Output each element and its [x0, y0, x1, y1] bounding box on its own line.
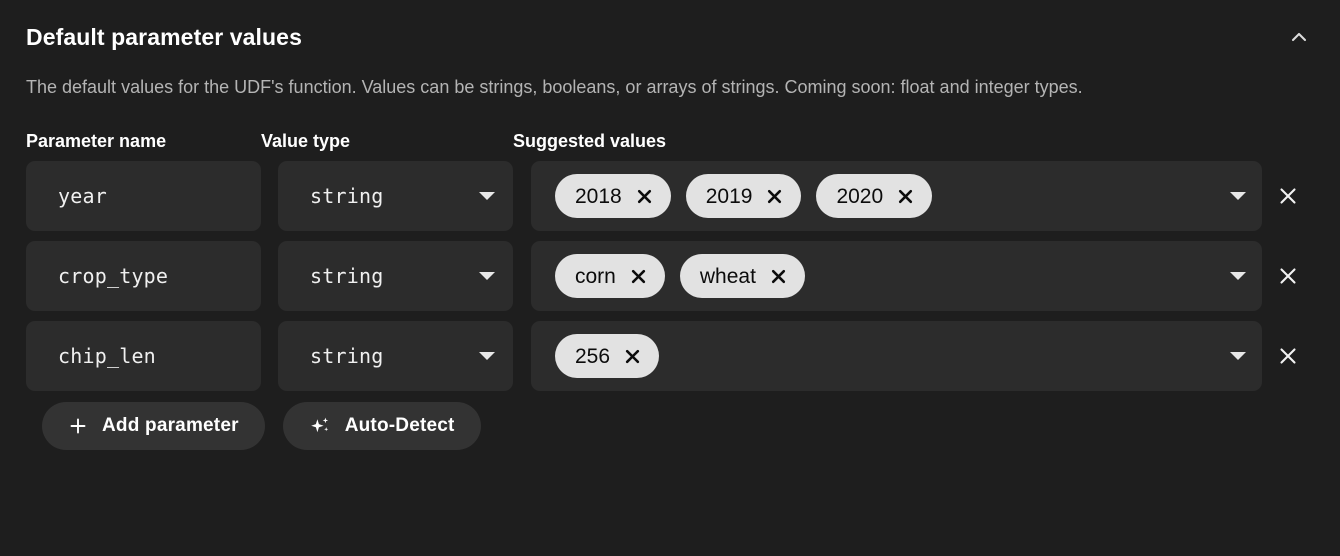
- value-chip-label: wheat: [699, 264, 756, 288]
- chip-remove-icon[interactable]: [636, 188, 653, 205]
- auto-detect-button[interactable]: Auto-Detect: [282, 402, 481, 450]
- suggested-values-select[interactable]: corn wheat: [531, 241, 1262, 311]
- add-parameter-button[interactable]: Add parameter: [42, 402, 265, 450]
- chip-remove-icon[interactable]: [766, 188, 783, 205]
- value-type-select[interactable]: string: [278, 321, 513, 391]
- table-row: crop_type string corn wheat: [26, 241, 1314, 311]
- caret-down-icon: [1230, 272, 1246, 280]
- suggested-values-select[interactable]: 2018 2019 2020: [531, 161, 1262, 231]
- chip-remove-icon[interactable]: [624, 348, 641, 365]
- table-row: chip_len string 256: [26, 321, 1314, 391]
- column-header-value-type: Value type: [261, 131, 351, 151]
- value-chip[interactable]: 256: [555, 334, 660, 378]
- add-parameter-label: Add parameter: [102, 415, 239, 436]
- value-chip-label: 2018: [575, 184, 622, 208]
- close-icon: [1276, 184, 1300, 208]
- value-chip-label: 256: [575, 344, 611, 368]
- value-chip[interactable]: 2020: [816, 174, 933, 218]
- sparkles-icon: [309, 415, 331, 437]
- parameter-rows: year string 2018 2019 2020 crop_type string cor…: [26, 161, 1314, 391]
- value-chip[interactable]: corn: [555, 254, 665, 298]
- column-headers: Parameter name Value type Suggested valu…: [26, 131, 1314, 152]
- panel-header: Default parameter values: [26, 22, 1314, 54]
- value-chip-list: 2018 2019 2020: [555, 174, 1218, 218]
- suggested-values-select[interactable]: 256: [531, 321, 1262, 391]
- value-chip-label: corn: [575, 264, 616, 288]
- value-type-select[interactable]: string: [278, 241, 513, 311]
- close-icon: [1276, 344, 1300, 368]
- panel-description: The default values for the UDF's functio…: [26, 77, 1083, 97]
- value-chip-list: corn wheat: [555, 254, 1218, 298]
- close-icon: [1276, 264, 1300, 288]
- parameter-name-value: chip_len: [58, 344, 156, 368]
- page-title: Default parameter values: [26, 24, 302, 50]
- collapse-panel-button[interactable]: [1282, 20, 1316, 54]
- parameter-name-value: year: [58, 184, 107, 208]
- table-row: year string 2018 2019 2020: [26, 161, 1314, 231]
- auto-detect-label: Auto-Detect: [344, 415, 455, 436]
- parameter-name-input[interactable]: chip_len: [26, 321, 261, 391]
- parameter-name-input[interactable]: year: [26, 161, 261, 231]
- value-chip[interactable]: wheat: [679, 254, 805, 298]
- plus-icon: [68, 416, 88, 436]
- panel-actions: Add parameter Auto-Detect: [26, 402, 1314, 450]
- chip-remove-icon[interactable]: [770, 268, 787, 285]
- remove-parameter-button[interactable]: [1262, 161, 1314, 231]
- value-chip-list: 256: [555, 334, 1218, 378]
- value-type-value: string: [310, 184, 384, 208]
- parameter-name-input[interactable]: crop_type: [26, 241, 261, 311]
- caret-down-icon: [479, 352, 495, 360]
- remove-parameter-button[interactable]: [1262, 241, 1314, 311]
- chip-remove-icon[interactable]: [630, 268, 647, 285]
- value-type-select[interactable]: string: [278, 161, 513, 231]
- caret-down-icon: [1230, 192, 1246, 200]
- remove-parameter-button[interactable]: [1262, 321, 1314, 391]
- column-header-parameter-name: Parameter name: [26, 131, 167, 151]
- value-chip[interactable]: 2018: [555, 174, 671, 218]
- parameter-name-value: crop_type: [58, 264, 169, 288]
- chevron-up-icon: [1288, 26, 1310, 48]
- caret-down-icon: [479, 272, 495, 280]
- value-type-value: string: [310, 344, 384, 368]
- column-header-suggested-values: Suggested values: [513, 131, 667, 151]
- caret-down-icon: [1230, 352, 1246, 360]
- caret-down-icon: [479, 192, 495, 200]
- value-chip-label: 2019: [705, 184, 753, 208]
- chip-remove-icon[interactable]: [897, 188, 914, 205]
- default-parameter-values-panel: Default parameter values The default val…: [0, 0, 1340, 556]
- value-chip[interactable]: 2019: [685, 174, 802, 218]
- value-type-value: string: [310, 264, 384, 288]
- value-chip-label: 2020: [836, 184, 884, 208]
